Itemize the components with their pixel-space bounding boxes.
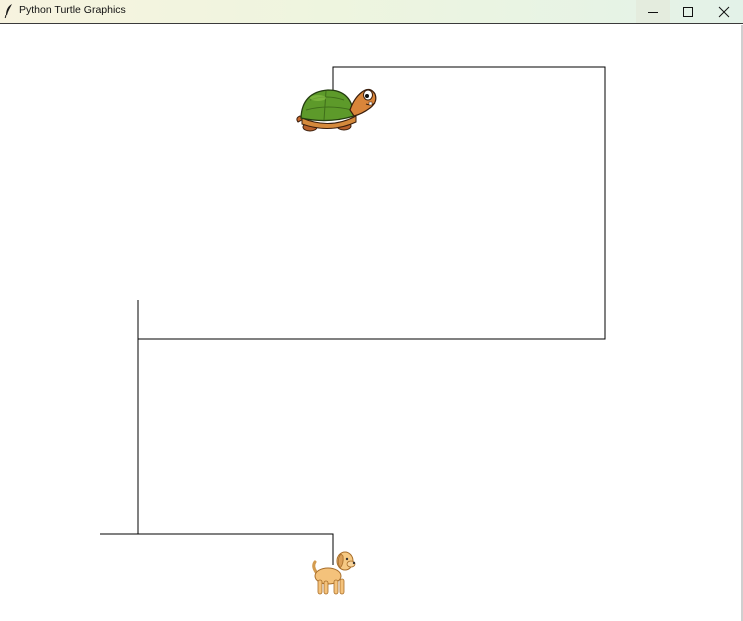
- minimize-icon: [648, 11, 658, 13]
- dog-trail-lower: [100, 533, 334, 565]
- drawing-surface: [100, 66, 606, 595]
- close-icon: [718, 6, 730, 17]
- dog-icon: [312, 551, 356, 595]
- turtle-icon: [296, 88, 377, 132]
- feather-icon: [4, 4, 12, 19]
- turtle-canvas[interactable]: [0, 25, 741, 621]
- title-bar[interactable]: Python Turtle Graphics: [0, 0, 743, 24]
- close-button[interactable]: [707, 0, 741, 23]
- window-title: Python Turtle Graphics: [19, 4, 126, 16]
- maximize-icon: [683, 6, 693, 17]
- maximize-button[interactable]: [671, 0, 705, 23]
- turtle-trail: [137, 66, 606, 340]
- minimize-button[interactable]: [636, 0, 670, 23]
